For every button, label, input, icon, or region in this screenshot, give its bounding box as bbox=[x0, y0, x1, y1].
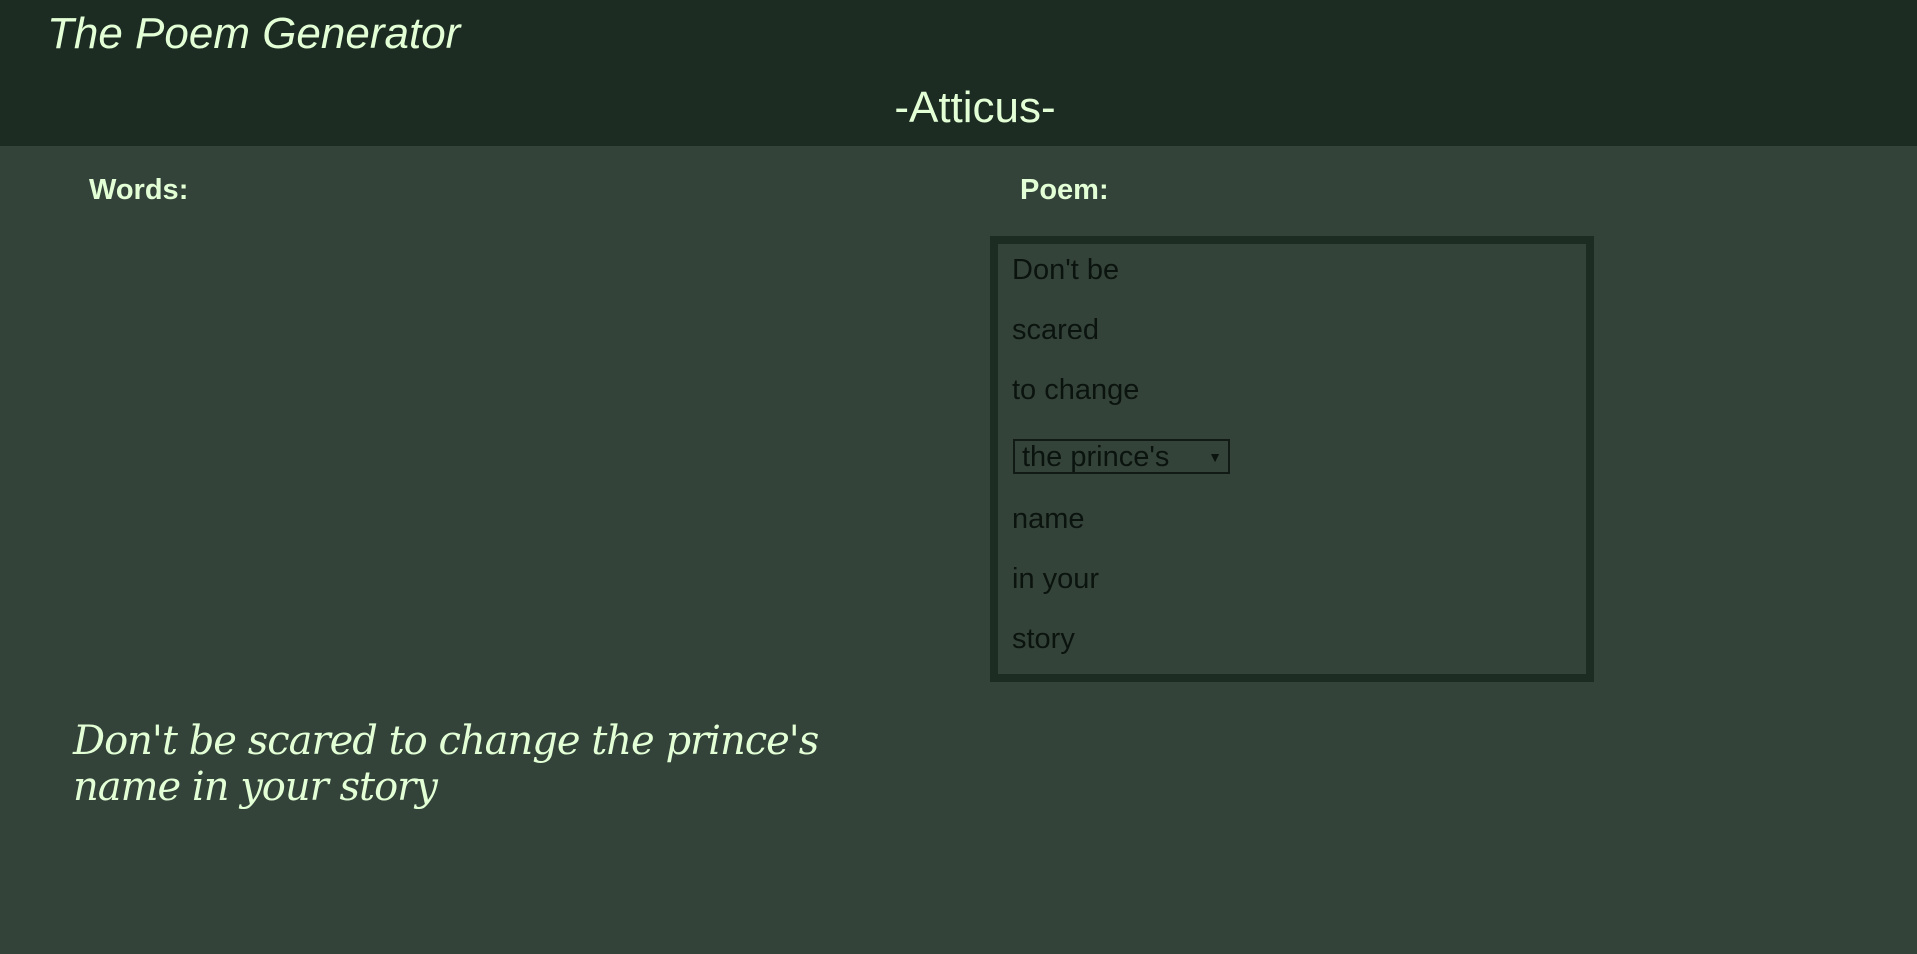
header-bar: The Poem Generator -Atticus- bbox=[0, 0, 1917, 146]
app-title: The Poem Generator bbox=[47, 9, 461, 58]
poem-author: -Atticus- bbox=[894, 83, 1056, 132]
poem-line-1[interactable]: Don't be bbox=[1012, 253, 1119, 288]
poem-label: Poem: bbox=[1020, 174, 1109, 206]
chevron-down-icon: ▼ bbox=[1208, 449, 1222, 465]
poem-line-7[interactable]: story bbox=[1012, 622, 1075, 657]
poem-line-3[interactable]: to change bbox=[1012, 373, 1139, 408]
word-select-dropdown[interactable]: the prince's ▼ bbox=[1013, 439, 1230, 474]
poem-output-text: Don't be scared to change the prince's n… bbox=[73, 718, 819, 810]
poem-line-6[interactable]: in your bbox=[1012, 562, 1099, 597]
poem-line-5[interactable]: name bbox=[1012, 502, 1085, 537]
poem-line-2[interactable]: scared bbox=[1012, 313, 1099, 348]
words-label: Words: bbox=[89, 174, 189, 206]
words-area[interactable] bbox=[70, 225, 940, 675]
word-select-value: the prince's bbox=[1022, 441, 1170, 473]
